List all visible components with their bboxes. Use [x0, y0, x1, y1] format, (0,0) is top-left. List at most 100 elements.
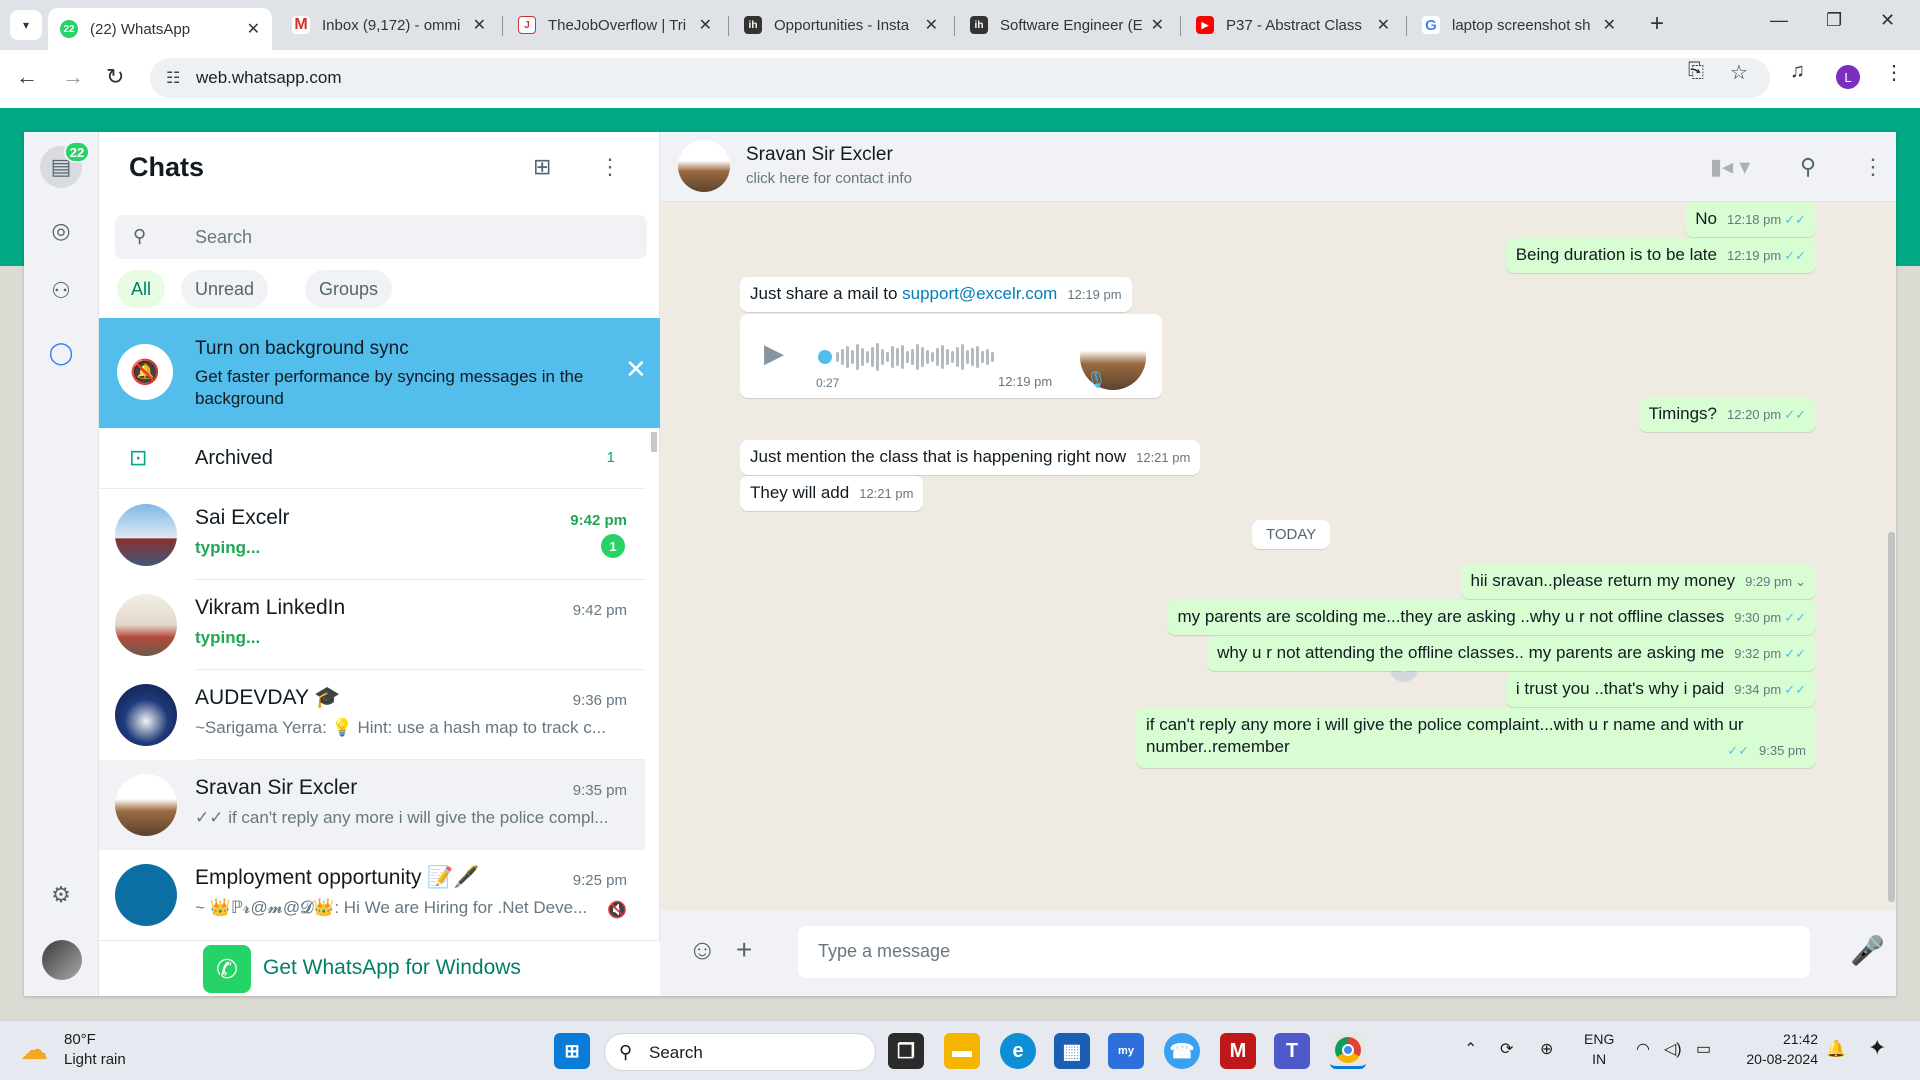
chat-name: Sravan Sir Excler — [195, 776, 358, 799]
search-input[interactable]: ⚲ Search — [115, 215, 647, 259]
windows-start-icon[interactable]: ⊞ — [554, 1033, 590, 1069]
network-status-icon[interactable]: ⊕ — [1540, 1039, 1553, 1059]
new-tab-icon[interactable]: + — [1650, 10, 1664, 38]
sync-icon[interactable]: ⟳ — [1500, 1039, 1513, 1059]
myasus-icon[interactable]: my — [1108, 1033, 1144, 1069]
edge-icon[interactable]: e — [1000, 1033, 1036, 1069]
filter-unread[interactable]: Unread — [181, 270, 269, 308]
chat-row-vikram-linkedin[interactable]: Vikram LinkedIn 9:42 pm typing... — [99, 580, 645, 670]
install-app-icon[interactable]: ⎘ — [1688, 60, 1704, 83]
voice-message[interactable]: ▶ 0:27 12:19 pm 🎙 — [740, 314, 1162, 398]
dismiss-icon[interactable]: ✕ — [625, 354, 647, 385]
communities-icon[interactable]: ⚇ — [40, 270, 82, 312]
reload-icon[interactable]: ↻ — [106, 64, 124, 90]
settings-icon[interactable]: ⚙ — [40, 874, 82, 916]
tab-youtube[interactable]: ▶ P37 - Abstract Class ✕ — [1184, 8, 1402, 42]
email-link[interactable]: support@excelr.com — [902, 284, 1057, 303]
volume-icon[interactable]: ◁) — [1664, 1039, 1682, 1059]
close-icon[interactable]: ✕ — [699, 15, 712, 35]
get-whatsapp-windows-banner[interactable]: ✆ Get WhatsApp for Windows — [99, 940, 660, 996]
message-incoming[interactable]: Just share a mail to support@excelr.com 1… — [740, 277, 1132, 312]
search-icon[interactable]: ⚲ — [1800, 154, 1816, 180]
message-outgoing[interactable]: Being duration is to be late 12:19 pm ✓✓ — [1505, 238, 1816, 273]
close-icon[interactable]: ✕ — [925, 15, 938, 35]
forward-icon[interactable]: → — [62, 64, 84, 90]
tab-whatsapp[interactable]: 22 (22) WhatsApp ✕ — [48, 8, 272, 50]
window-close-icon[interactable]: ✕ — [1880, 10, 1895, 31]
status-icon[interactable]: ◎ — [40, 210, 82, 252]
store-icon[interactable]: ▦ — [1054, 1033, 1090, 1069]
bookmark-star-icon[interactable]: ☆ — [1730, 60, 1748, 85]
contact-name[interactable]: Sravan Sir Excler — [746, 144, 893, 166]
new-chat-icon[interactable]: ⊞ — [533, 154, 551, 180]
restore-icon[interactable]: ❐ — [1826, 10, 1842, 31]
message-outgoing[interactable]: No 12:18 pm ✓✓ — [1685, 202, 1816, 237]
battery-icon[interactable]: ▭ — [1696, 1039, 1711, 1059]
back-icon[interactable]: ← — [16, 64, 38, 90]
system-clock[interactable]: 21:42 20-08-2024 — [1738, 1029, 1818, 1069]
filter-groups[interactable]: Groups — [305, 270, 393, 308]
phone-link-icon[interactable]: ☎ — [1164, 1033, 1200, 1069]
filter-all[interactable]: All — [117, 270, 166, 308]
file-explorer-icon[interactable]: ▬ — [944, 1033, 980, 1069]
message-outgoing[interactable]: why u r not attending the offline classe… — [1207, 636, 1816, 671]
my-profile-avatar[interactable] — [42, 940, 82, 980]
wifi-icon[interactable]: ◠ — [1636, 1039, 1650, 1059]
message-incoming[interactable]: They will add 12:21 pm — [740, 476, 924, 511]
show-hidden-icons-icon[interactable]: ⌃ — [1464, 1039, 1477, 1059]
chat-row-audevday[interactable]: AUDEVDAY 🎓 9:36 pm ~Sarigama Yerra: 💡 Hi… — [99, 670, 645, 760]
message-outgoing[interactable]: if can't reply any more i will give the … — [1136, 708, 1816, 768]
emoji-icon[interactable]: ☺ — [688, 934, 717, 966]
close-icon[interactable]: ✕ — [473, 15, 486, 35]
tab-gmail[interactable]: M Inbox (9,172) - ommi ✕ — [280, 8, 498, 42]
playback-slider[interactable] — [818, 350, 832, 364]
chrome-icon[interactable] — [1330, 1033, 1366, 1069]
message-input[interactable]: Type a message — [798, 926, 1810, 978]
message-incoming[interactable]: Just mention the class that is happening… — [740, 440, 1201, 475]
close-icon[interactable]: ✕ — [1603, 15, 1616, 35]
tab-software-engineer[interactable]: ih Software Engineer (E ✕ — [958, 8, 1176, 42]
microphone-icon[interactable]: 🎤 — [1850, 934, 1885, 967]
media-control-icon[interactable]: ♫ — [1790, 60, 1805, 83]
profile-avatar[interactable]: L — [1836, 65, 1860, 89]
contact-info-hint[interactable]: click here for contact info — [746, 170, 912, 187]
close-icon[interactable]: ✕ — [1151, 15, 1164, 35]
menu-icon[interactable]: ⋮ — [1862, 154, 1884, 180]
browser-menu-icon[interactable]: ⋮ — [1884, 60, 1904, 85]
tab-search-button[interactable]: ▾ — [10, 10, 42, 40]
copilot-icon[interactable]: ✦ — [1868, 1035, 1886, 1061]
archived-row[interactable]: ⊡ Archived 1 — [99, 429, 645, 489]
taskbar-search[interactable]: ⚲ Search — [604, 1033, 876, 1071]
notifications-bell-icon[interactable]: 🔔 — [1826, 1039, 1846, 1059]
message-outgoing[interactable]: i trust you ..that's why i paid 9:34 pm ✓✓ — [1505, 672, 1816, 707]
video-call-icon[interactable]: ▮◂ ▾ — [1710, 154, 1750, 180]
tab-google[interactable]: G laptop screenshot sh ✕ — [1410, 8, 1628, 42]
url-text[interactable]: web.whatsapp.com — [196, 68, 342, 88]
chat-row-sravan-sir-excler[interactable]: Sravan Sir Excler 9:35 pm ✓✓ if can't re… — [99, 760, 645, 850]
minimize-icon[interactable]: — — [1770, 10, 1788, 31]
site-info-icon[interactable]: ☷ — [166, 68, 180, 88]
message-outgoing[interactable]: my parents are scolding me...they are as… — [1167, 600, 1816, 635]
conversation-header[interactable]: Sravan Sir Excler click here for contact… — [660, 132, 1896, 202]
language-indicator[interactable]: ENG IN — [1584, 1029, 1614, 1069]
menu-icon[interactable]: ⋮ — [599, 154, 621, 180]
conversation-scrollbar[interactable] — [1888, 532, 1895, 902]
meta-ai-icon[interactable]: ◯ — [40, 332, 82, 374]
chat-row-sai-excelr[interactable]: Sai Excelr 9:42 pm typing... 1 — [99, 490, 645, 580]
chat-list-scrollbar[interactable] — [651, 432, 657, 872]
chat-row-employment-opportunity[interactable]: Employment opportunity 📝🖋️ 9:25 pm ~ 👑ℙ𝓻… — [99, 850, 645, 940]
mcafee-icon[interactable]: M — [1220, 1033, 1256, 1069]
contact-avatar[interactable] — [678, 140, 730, 192]
attach-plus-icon[interactable]: + — [736, 934, 752, 966]
tab-jobs[interactable]: J TheJobOverflow | Tri ✕ — [506, 8, 724, 42]
message-outgoing[interactable]: Timings? 12:20 pm ✓✓ — [1638, 397, 1816, 432]
close-icon[interactable]: ✕ — [1377, 15, 1390, 35]
tab-opportunities[interactable]: ih Opportunities - Insta ✕ — [732, 8, 950, 42]
message-outgoing[interactable]: hii sravan..please return my money 9:29 p… — [1460, 564, 1816, 599]
task-view-icon[interactable]: ❐ — [888, 1033, 924, 1069]
background-sync-banner[interactable]: 🔕 Turn on background sync Get faster per… — [99, 318, 660, 428]
play-icon[interactable]: ▶ — [764, 338, 784, 369]
close-icon[interactable]: ✕ — [247, 19, 260, 39]
address-bar[interactable]: ☷ web.whatsapp.com — [150, 58, 1770, 98]
teams-icon[interactable]: T — [1274, 1033, 1310, 1069]
